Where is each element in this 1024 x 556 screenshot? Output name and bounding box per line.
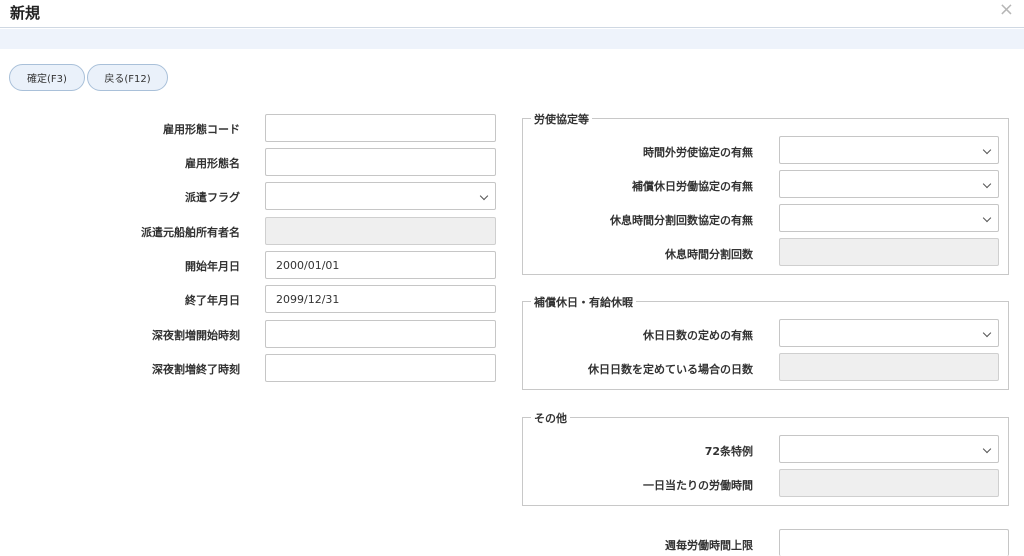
start-date-label: 開始年月日 [185,260,240,273]
break-split-agreement-select[interactable] [779,204,999,232]
close-icon[interactable]: × [999,0,1014,20]
night-end-label: 深夜割増終了時刻 [152,363,240,376]
daily-hours-label: 一日当たりの労働時間 [643,479,753,492]
back-button[interactable]: 戻る(F12) [87,64,168,91]
message-bar [0,29,1024,49]
overtime-agreement-select[interactable] [779,136,999,164]
start-date-input[interactable]: 2000/01/01 [265,251,496,279]
break-split-count-label: 休息時間分割回数 [665,248,753,261]
confirm-button[interactable]: 確定(F3) [9,64,85,91]
dispatch-flag-select[interactable] [265,182,496,210]
overtime-agreement-label: 時間外労使協定の有無 [643,146,753,159]
dialog-title: 新規 [10,4,41,22]
dispatch-owner-input [265,217,496,245]
labor-agreement-legend: 労使協定等 [531,111,592,127]
comp-holiday-agreement-select[interactable] [779,170,999,198]
dispatch-owner-label: 派遣元船舶所有者名 [141,226,240,239]
holiday-days-label: 休日日数を定めている場合の日数 [588,363,753,376]
end-date-label: 終了年月日 [185,294,240,307]
weekly-limit-label: 週毎労働時間上限 [665,539,753,552]
break-split-count-input [779,238,999,266]
employment-name-input[interactable] [265,148,496,176]
dispatch-flag-label: 派遣フラグ [185,191,240,204]
weekly-limit-input[interactable] [779,529,1009,556]
night-start-input[interactable] [265,320,496,348]
daily-hours-input [779,469,999,497]
other-legend: その他 [531,410,570,426]
employment-name-label: 雇用形態名 [185,157,240,170]
holiday-days-rule-label: 休日日数の定めの有無 [643,329,753,342]
holiday-days-rule-select[interactable] [779,319,999,347]
dialog-header: 新規 × [0,0,1024,28]
end-date-input[interactable]: 2099/12/31 [265,285,496,313]
employment-code-label: 雇用形態コード [163,123,240,136]
holidays-legend: 補償休日・有給休暇 [531,294,636,310]
break-split-agreement-label: 休息時間分割回数協定の有無 [610,214,753,227]
holiday-days-input [779,353,999,381]
night-start-label: 深夜割増開始時刻 [152,329,240,342]
employment-code-input[interactable] [265,114,496,142]
night-end-input[interactable] [265,354,496,382]
article72-select[interactable] [779,435,999,463]
comp-holiday-agreement-label: 補償休日労働協定の有無 [632,180,753,193]
article72-label: 72条特例 [704,445,753,458]
